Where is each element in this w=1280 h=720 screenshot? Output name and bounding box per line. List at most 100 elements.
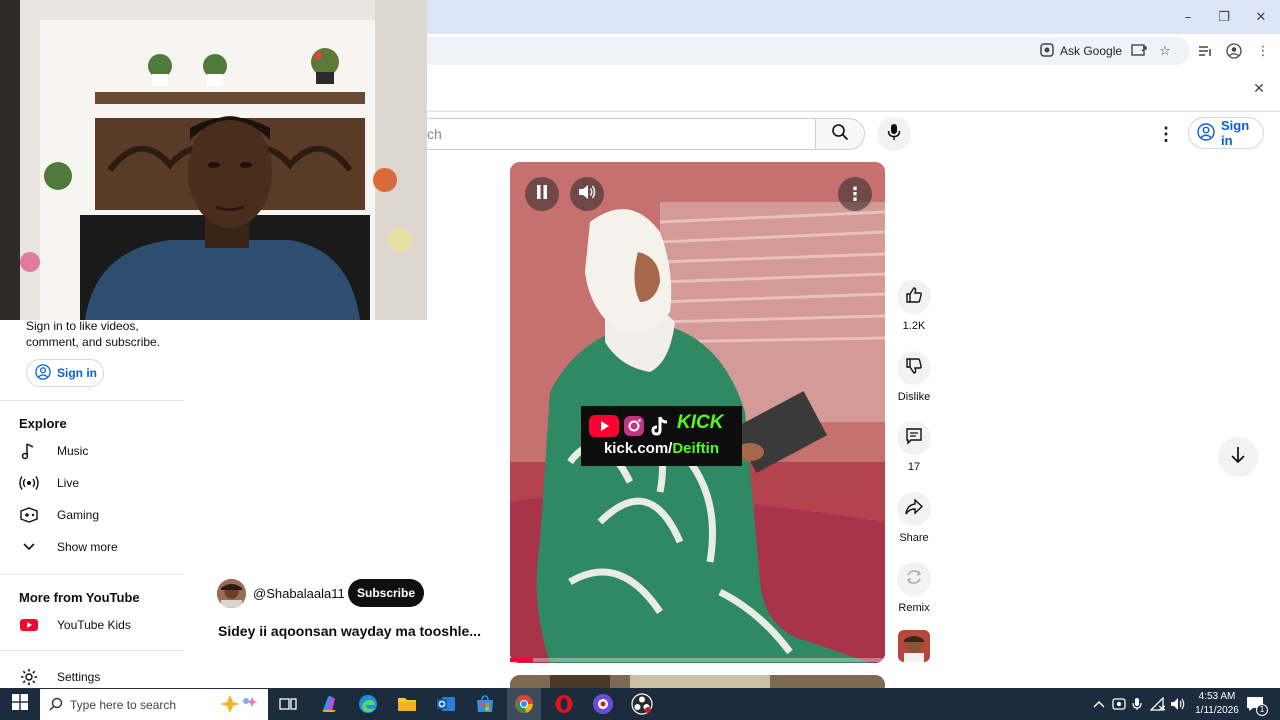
volume-button[interactable] (570, 177, 604, 211)
notification-icon: 1 (1246, 696, 1268, 716)
share-button[interactable] (897, 492, 931, 526)
search-placeholder: ch (427, 126, 442, 142)
account-icon (35, 363, 51, 383)
camera-tray-icon[interactable] (1112, 692, 1126, 716)
microsoft-store-icon[interactable] (473, 692, 497, 716)
arrow-down-icon (1230, 446, 1246, 469)
sidebar-item-show-more[interactable]: Show more (19, 533, 179, 561)
comment-icon (905, 427, 923, 450)
comments-action[interactable]: 17 (893, 421, 935, 473)
reading-list-icon[interactable] (1195, 41, 1215, 61)
recording-app-icon[interactable] (591, 692, 615, 716)
channel-handle[interactable]: @Shabalaala11 (253, 586, 345, 601)
ask-google-label: Ask Google (1060, 44, 1123, 58)
search-icon (831, 123, 849, 146)
chevron-up-icon (1093, 698, 1105, 711)
voice-search-button[interactable] (877, 117, 911, 151)
volume-icon (578, 184, 596, 205)
notification-center-button[interactable]: 1 (1246, 692, 1268, 716)
channel-avatar[interactable] (217, 579, 246, 608)
show-hidden-icons[interactable] (1093, 692, 1105, 716)
video-progress-fill (510, 658, 533, 662)
sidebar-item-youtube-kids[interactable]: YouTube Kids (19, 611, 179, 639)
microphone-icon (887, 123, 901, 146)
obs-studio-icon[interactable] (630, 692, 654, 716)
share-action[interactable]: Share (893, 492, 935, 544)
kick-url-label: kick.com/Deiftin (581, 440, 742, 457)
sidebar-signin-button[interactable]: Sign in (26, 359, 104, 387)
taskbar-search-input[interactable]: Type here to search (40, 689, 268, 720)
info-bar-close-icon[interactable]: ✕ (1250, 80, 1268, 98)
install-app-icon[interactable] (1129, 41, 1149, 61)
sidebar-item-label: YouTube Kids (57, 618, 131, 632)
taskbar-clock[interactable]: 4:53 AM 1/11/2026 (1191, 690, 1243, 718)
next-video-thumbnail[interactable] (510, 675, 885, 689)
sidebar-item-label: Live (57, 476, 80, 490)
more-vertical-icon: ⋮ (846, 183, 864, 205)
dislike-button[interactable] (897, 351, 931, 385)
sidebar-divider (0, 650, 184, 651)
dislike-label: Dislike (897, 391, 931, 403)
gamepad-icon (19, 505, 39, 525)
settings-menu-icon[interactable]: ⋮ (1156, 122, 1176, 146)
microphone-tray-icon[interactable] (1132, 692, 1142, 716)
signin-prompt: Sign in to like videos, comment, and sub… (26, 319, 161, 349)
profile-icon[interactable] (1224, 41, 1244, 61)
comments-button[interactable] (897, 421, 931, 455)
kick-brand-label: KICK (677, 412, 724, 433)
like-button[interactable] (897, 280, 931, 314)
player-more-button[interactable]: ⋮ (838, 177, 872, 211)
task-view-icon[interactable] (276, 692, 300, 716)
kick-url-name: Deiftin (672, 440, 720, 457)
tiktok-logo-icon (651, 415, 669, 442)
minimize-button[interactable]: – (1173, 6, 1203, 28)
close-window-button[interactable]: ✕ (1246, 6, 1276, 28)
remix-button[interactable] (897, 562, 931, 596)
sidebar-item-label: Gaming (57, 508, 100, 522)
windows-logo-icon (12, 693, 28, 715)
sidebar-item-music[interactable]: Music (19, 437, 179, 465)
search-highlight-icon (212, 693, 260, 718)
youtube-kids-icon (19, 615, 39, 635)
like-action[interactable]: 1.2K (893, 280, 935, 332)
edge-browser-icon[interactable] (356, 692, 380, 716)
browser-menu-icon[interactable]: ⋮ (1253, 41, 1273, 61)
video-progress-bar[interactable] (510, 658, 885, 662)
more-from-youtube-heading: More from YouTube (19, 590, 140, 605)
like-count: 1.2K (902, 320, 926, 332)
notification-count: 1 (1256, 704, 1268, 716)
webcam-overlay (0, 0, 427, 320)
restore-button[interactable]: ❐ (1209, 6, 1239, 28)
search-button[interactable] (815, 118, 865, 150)
sidebar-item-live[interactable]: Live (19, 469, 179, 497)
instagram-logo-icon (623, 415, 645, 442)
header-signin-button[interactable]: Sign in (1188, 117, 1264, 149)
video-title[interactable]: Sidey ii aqoonsan wayday ma tooshle... (218, 623, 508, 639)
music-note-icon (19, 441, 39, 461)
account-icon (1197, 122, 1215, 144)
windows-start-button[interactable] (8, 692, 32, 716)
sound-thumbnail[interactable] (898, 630, 930, 662)
remix-action[interactable]: Remix (893, 562, 935, 614)
taskbar-search-icon (49, 697, 63, 714)
dislike-action[interactable]: Dislike (893, 351, 935, 403)
ask-google-button[interactable]: Ask Google (1040, 41, 1122, 61)
network-tray-icon[interactable] (1150, 692, 1166, 716)
copilot-icon[interactable] (317, 692, 341, 716)
chrome-browser-icon[interactable] (512, 692, 536, 716)
header-signin-label: Sign in (1221, 118, 1250, 148)
comment-count: 17 (907, 461, 921, 473)
pause-button[interactable] (525, 177, 559, 211)
opera-browser-icon[interactable] (552, 692, 576, 716)
sidebar-item-settings[interactable]: Settings (19, 663, 179, 691)
bookmark-star-icon[interactable]: ☆ (1155, 41, 1175, 61)
sidebar-item-gaming[interactable]: Gaming (19, 501, 179, 529)
outlook-icon[interactable] (434, 692, 458, 716)
sidebar-item-label: Show more (57, 540, 118, 554)
next-video-button[interactable] (1218, 437, 1258, 477)
volume-tray-icon[interactable] (1170, 692, 1186, 716)
thumbs-down-icon (905, 357, 923, 380)
subscribe-button[interactable]: Subscribe (348, 579, 424, 607)
file-explorer-icon[interactable] (395, 692, 419, 716)
explore-heading: Explore (19, 416, 67, 431)
